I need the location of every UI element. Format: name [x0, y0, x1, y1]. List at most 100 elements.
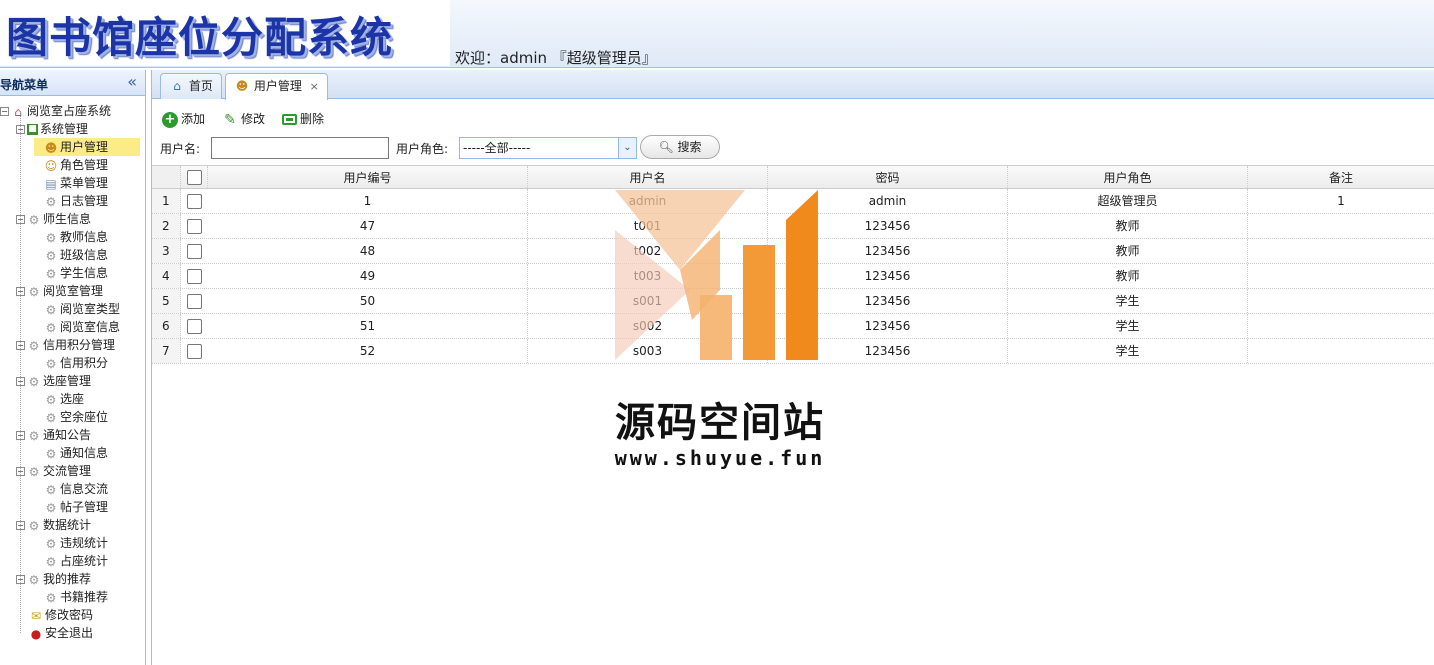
gear-icon: ⚙ [28, 518, 40, 533]
close-icon[interactable]: × [310, 80, 319, 93]
table-cell: 学生 [1008, 314, 1248, 338]
column-header[interactable]: 用户名 [528, 166, 768, 188]
row-checkbox[interactable] [187, 344, 202, 359]
row-number: 3 [152, 239, 181, 263]
add-button[interactable]: + 添加 [162, 108, 205, 130]
sidebar-item[interactable]: ● 安全退出 [16, 624, 93, 642]
sidebar-item[interactable]: ⚙ 学生信息 [34, 264, 108, 282]
sidebar-item[interactable]: ▤ 菜单管理 [34, 174, 108, 192]
gear-icon: ⚙ [28, 428, 40, 443]
table-row[interactable]: 6 51 s002 123456 学生 [152, 314, 1434, 339]
table-row[interactable]: 1 1 admin admin 超级管理员 1 [152, 189, 1434, 214]
search-button[interactable]: 🔍︎ 搜索 [640, 135, 720, 159]
sidebar-item-label: 选座管理 [43, 374, 92, 388]
sidebar-item[interactable]: ☻ 用户管理 [34, 138, 140, 156]
column-header[interactable]: 密码 [768, 166, 1008, 188]
sidebar-item-label: 交流管理 [43, 464, 92, 478]
tab-user-management[interactable]: ☻ 用户管理 × [225, 73, 328, 100]
username-input[interactable] [211, 137, 389, 159]
table-cell: admin [528, 189, 768, 213]
column-header[interactable]: 备注 [1248, 166, 1434, 188]
sidebar-item[interactable]: ⚙ 教师信息 [34, 228, 108, 246]
edit-button[interactable]: ✎ 修改 [222, 108, 265, 130]
table-cell: 123456 [768, 264, 1008, 288]
collapse-icon[interactable]: « [127, 72, 137, 92]
sidebar-item[interactable]: − ■ 系统管理 [16, 120, 88, 138]
sidebar-item[interactable]: − ⚙ 选座管理 [16, 372, 91, 390]
row-checkbox[interactable] [187, 294, 202, 309]
sidebar-item[interactable]: ⚙ 日志管理 [34, 192, 108, 210]
table-cell: t003 [528, 264, 768, 288]
sidebar-item[interactable]: ⚙ 违规统计 [34, 534, 108, 552]
chevron-down-icon[interactable]: ⌄ [618, 138, 636, 158]
sidebar-item[interactable]: ⚙ 阅览室类型 [34, 300, 120, 318]
table-cell: 123456 [768, 289, 1008, 313]
sidebar-item[interactable]: ⚙ 选座 [34, 390, 84, 408]
role-icon: ☺ [44, 158, 58, 173]
sidebar-item-label: 菜单管理 [60, 176, 109, 190]
column-header[interactable]: 用户编号 [208, 166, 528, 188]
sidebar-item[interactable]: − ⚙ 通知公告 [16, 426, 91, 444]
tab-home[interactable]: ⌂ 首页 [160, 73, 222, 99]
table-cell: 1 [208, 189, 528, 213]
sidebar-item[interactable]: ⚙ 班级信息 [34, 246, 108, 264]
sidebar-item[interactable]: − ⚙ 师生信息 [16, 210, 91, 228]
sidebar-item[interactable]: ⚙ 通知信息 [34, 444, 108, 462]
row-number: 4 [152, 264, 181, 288]
row-number: 7 [152, 339, 181, 363]
table-cell: t002 [528, 239, 768, 263]
select-all-checkbox[interactable] [187, 170, 202, 185]
sidebar-item[interactable]: − ⚙ 我的推荐 [16, 570, 91, 588]
row-checkbox[interactable] [187, 244, 202, 259]
row-number: 1 [152, 189, 181, 213]
sidebar-item[interactable]: ⚙ 阅览室信息 [34, 318, 120, 336]
delete-button[interactable]: 删除 [282, 108, 324, 130]
column-header[interactable]: 用户角色 [1008, 166, 1248, 188]
sidebar-item[interactable]: ⚙ 书籍推荐 [34, 588, 108, 606]
table-cell: 教师 [1008, 239, 1248, 263]
table-row[interactable]: 7 52 s003 123456 学生 [152, 339, 1434, 364]
table-row[interactable]: 5 50 s001 123456 学生 [152, 289, 1434, 314]
sidebar-item[interactable]: ⚙ 信息交流 [34, 480, 108, 498]
sidebar-item[interactable]: − ⚙ 交流管理 [16, 462, 91, 480]
sidebar-item[interactable]: − ⚙ 信用积分管理 [16, 336, 115, 354]
gear-icon: ⚙ [45, 446, 57, 461]
sidebar-item-label: 用户管理 [60, 140, 109, 154]
table-cell: s003 [528, 339, 768, 363]
exit-icon: ● [30, 626, 42, 641]
gear-icon: ⚙ [28, 374, 40, 389]
table-cell: 123456 [768, 339, 1008, 363]
sidebar-item[interactable]: ✉ 修改密码 [16, 606, 93, 624]
table-row[interactable]: 2 47 t001 123456 教师 [152, 214, 1434, 239]
row-checkbox[interactable] [187, 219, 202, 234]
table-cell [1248, 289, 1434, 313]
table-cell: 123456 [768, 314, 1008, 338]
sidebar-item-label: 占座统计 [60, 554, 109, 568]
row-number-header [152, 166, 181, 188]
role-select[interactable]: -----全部----- ⌄ [459, 137, 637, 159]
sidebar-item[interactable]: ⚙ 占座统计 [34, 552, 108, 570]
sidebar-item[interactable]: − ⌂ 阅览室占座系统 [0, 102, 111, 120]
gear-icon: ⚙ [45, 410, 57, 425]
user-icon: ☻ [44, 140, 58, 155]
sidebar-item[interactable]: ⚙ 空余座位 [34, 408, 108, 426]
sidebar-item[interactable]: ☺ 角色管理 [34, 156, 108, 174]
table-row[interactable]: 3 48 t002 123456 教师 [152, 239, 1434, 264]
sidebar-item[interactable]: − ⚙ 数据统计 [16, 516, 91, 534]
row-number: 5 [152, 289, 181, 313]
table-cell: 50 [208, 289, 528, 313]
row-checkbox[interactable] [187, 194, 202, 209]
sidebar-item[interactable]: − ⚙ 阅览室管理 [16, 282, 103, 300]
table-header: 用户编号 用户名 密码 用户角色 备注 [152, 165, 1434, 189]
sidebar-item[interactable]: ⚙ 帖子管理 [34, 498, 108, 516]
collapse-toggle-icon[interactable]: − [0, 107, 9, 116]
table-row[interactable]: 4 49 t003 123456 教师 [152, 264, 1434, 289]
delete-icon [282, 114, 297, 125]
row-checkbox[interactable] [187, 269, 202, 284]
sidebar-item-label: 教师信息 [60, 230, 109, 244]
row-checkbox[interactable] [187, 319, 202, 334]
sidebar-item[interactable]: ⚙ 信用积分 [34, 354, 108, 372]
app-logo: 图书馆座位分配系统 [0, 0, 450, 66]
sidebar-header: 导航菜单 « [0, 70, 145, 96]
table-cell [1248, 339, 1434, 363]
